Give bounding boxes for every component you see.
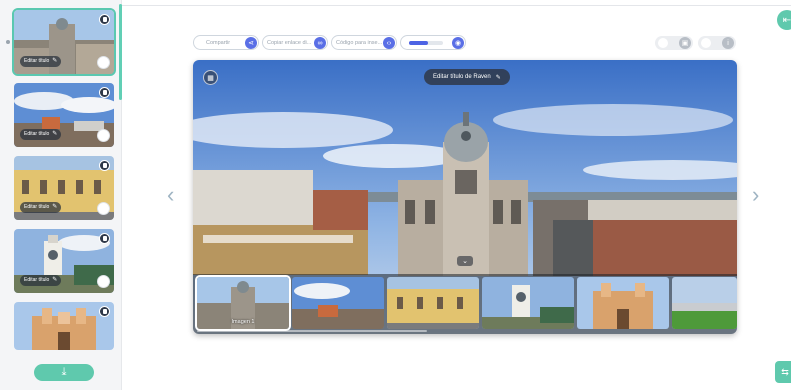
pencil-icon: ✎ bbox=[52, 131, 58, 137]
strip-thumb-2[interactable] bbox=[292, 277, 384, 329]
edit-title-button[interactable]: Editar título ✎ bbox=[20, 202, 62, 213]
strip-thumb-5[interactable] bbox=[577, 277, 669, 329]
strip-thumb-image bbox=[387, 277, 479, 329]
toggle-knob bbox=[658, 38, 668, 48]
select-radio[interactable] bbox=[97, 202, 110, 215]
strip-thumb-4[interactable] bbox=[482, 277, 574, 329]
pencil-icon: ✎ bbox=[495, 74, 501, 81]
strip-scrollbar[interactable] bbox=[197, 330, 427, 332]
download-icon: ⤓ bbox=[61, 366, 67, 378]
chevron-down-icon[interactable]: ⌄ bbox=[457, 256, 473, 266]
toggle-knob bbox=[701, 38, 711, 48]
delete-icon[interactable] bbox=[99, 306, 110, 317]
panorama-viewer[interactable]: ▦ Editar título de Raven ✎ ⌄ Imagen 1 bbox=[193, 60, 737, 334]
sidebar: Editar título ✎ Editar título ✎ Editar tít… bbox=[0, 0, 122, 390]
select-radio[interactable] bbox=[97, 56, 110, 69]
zoom-slider[interactable]: ◉ bbox=[400, 35, 466, 50]
share-placeholder: Compartir bbox=[206, 39, 231, 46]
eye-icon[interactable]: ◉ bbox=[452, 37, 464, 49]
lock-toggle[interactable]: ▣ bbox=[655, 36, 693, 50]
embed-code-field[interactable]: Código para inse... ‹› bbox=[331, 35, 397, 50]
strip-thumb-image bbox=[482, 277, 574, 329]
info-icon: i bbox=[722, 37, 734, 49]
pencil-icon: ✎ bbox=[52, 204, 58, 210]
zoom-slider-track[interactable] bbox=[409, 41, 443, 45]
chat-button[interactable]: ⇆ bbox=[775, 361, 791, 383]
share-field[interactable]: Compartir ⋖ bbox=[193, 35, 259, 50]
chat-icon: ⇆ bbox=[781, 366, 789, 377]
pencil-icon: ✎ bbox=[52, 58, 58, 64]
edit-title-button[interactable]: Editar título ✎ bbox=[20, 129, 62, 140]
sidebar-thumb-5[interactable] bbox=[14, 302, 114, 350]
embed-placeholder: Código para inse... bbox=[336, 39, 383, 46]
lock-icon: ▣ bbox=[679, 37, 691, 49]
exit-icon: ⇤ bbox=[782, 14, 791, 26]
info-toggle[interactable]: i bbox=[698, 36, 736, 50]
select-radio[interactable] bbox=[97, 275, 110, 288]
strip-thumb-label: Imagen 1 bbox=[231, 319, 255, 325]
copy-link-placeholder: Copiar enlace di... bbox=[267, 39, 312, 46]
sidebar-thumb-1[interactable]: Editar título ✎ bbox=[12, 8, 116, 76]
edit-title-button[interactable]: Editar título ✎ bbox=[20, 56, 62, 67]
scene-title-label: Editar título de Raven bbox=[433, 74, 491, 80]
delete-icon[interactable] bbox=[99, 160, 110, 171]
strip-thumb-image bbox=[577, 277, 669, 329]
strip-thumb-image bbox=[672, 277, 737, 329]
next-arrow[interactable]: › bbox=[752, 184, 759, 206]
sidebar-thumb-2[interactable]: Editar título ✎ bbox=[14, 83, 114, 147]
sidebar-thumb-4[interactable]: Editar título ✎ bbox=[14, 229, 114, 293]
pencil-icon: ✎ bbox=[52, 277, 58, 283]
copy-link-field[interactable]: Copiar enlace di... ∞ bbox=[262, 35, 328, 50]
code-icon[interactable]: ‹› bbox=[383, 37, 395, 49]
delete-icon[interactable] bbox=[99, 233, 110, 244]
edit-title-button[interactable]: Editar título ✎ bbox=[20, 275, 62, 286]
sidebar-scroll-indicator[interactable] bbox=[119, 4, 122, 100]
select-radio[interactable] bbox=[97, 129, 110, 142]
thumbnail-strip: Imagen 1 bbox=[193, 274, 737, 334]
download-button[interactable]: ⤓ bbox=[34, 364, 94, 381]
delete-icon[interactable] bbox=[99, 87, 110, 98]
sidebar-thumb-3[interactable]: Editar título ✎ bbox=[14, 156, 114, 220]
strip-thumb-image bbox=[292, 277, 384, 329]
prev-arrow[interactable]: ‹ bbox=[167, 184, 174, 206]
top-divider bbox=[122, 5, 791, 6]
zoom-slider-fill bbox=[409, 41, 428, 45]
app-root: Editar título ✎ Editar título ✎ Editar tít… bbox=[0, 0, 791, 390]
strip-thumb-1[interactable]: Imagen 1 bbox=[195, 275, 291, 331]
share-icon[interactable]: ⋖ bbox=[245, 37, 257, 49]
link-icon[interactable]: ∞ bbox=[314, 37, 326, 49]
strip-thumb-3[interactable] bbox=[387, 277, 479, 329]
delete-icon[interactable] bbox=[99, 14, 110, 25]
strip-thumb-6[interactable] bbox=[672, 277, 737, 329]
edit-scene-title-button[interactable]: Editar título de Raven ✎ bbox=[424, 69, 510, 85]
sidebar-handle[interactable] bbox=[6, 40, 10, 44]
view-mode-icon[interactable]: ▦ bbox=[203, 70, 218, 85]
exit-button[interactable]: ⇤ bbox=[777, 10, 791, 30]
